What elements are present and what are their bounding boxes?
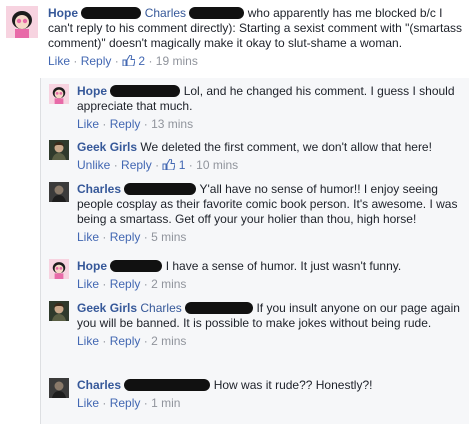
separator: · xyxy=(148,54,153,68)
separator: · xyxy=(113,158,118,172)
like-link[interactable]: Like xyxy=(77,230,99,244)
timestamp[interactable]: 19 mins xyxy=(156,54,198,68)
reply: Hope I have a sense of humor. It just wa… xyxy=(41,253,469,295)
separator: · xyxy=(114,54,119,68)
like-link[interactable]: Like xyxy=(77,396,99,410)
separator: · xyxy=(143,117,148,131)
reply-link[interactable]: Reply xyxy=(81,54,112,68)
reply-link[interactable]: Reply xyxy=(110,396,141,410)
reply-link[interactable]: Reply xyxy=(110,277,141,291)
unlike-link[interactable]: Unlike xyxy=(77,158,110,172)
avatar-image xyxy=(49,259,69,279)
reply: Hope Lol, and he changed his comment. I … xyxy=(41,78,469,134)
thumbs-up-icon xyxy=(122,55,136,66)
comment: Hope Charles who apparently has me block… xyxy=(0,0,469,78)
reply-actions: Like · Reply · 13 mins xyxy=(77,117,465,132)
replies-section: Hope Lol, and he changed his comment. I … xyxy=(40,78,469,424)
redaction xyxy=(110,85,181,97)
redaction xyxy=(110,260,163,272)
reply-author[interactable]: Hope xyxy=(77,259,107,273)
reply-link[interactable]: Reply xyxy=(121,158,152,172)
like-count-value: 2 xyxy=(138,54,146,68)
reply-actions: Unlike · Reply · 1 · 10 mins xyxy=(77,158,465,173)
comment-actions: Like · Reply · 2 · 19 mins xyxy=(48,54,464,69)
reply-actions: Like · Reply · 2 mins xyxy=(77,334,465,349)
separator: · xyxy=(188,158,193,172)
redaction xyxy=(189,7,245,19)
reply-author[interactable]: Geek Girls xyxy=(77,301,137,315)
like-count-value: 1 xyxy=(178,158,186,172)
reply-text: We deleted the first comment, we don't a… xyxy=(140,140,432,154)
reply-link[interactable]: Reply xyxy=(110,334,141,348)
thumbs-up-icon xyxy=(162,159,176,170)
separator: · xyxy=(155,158,160,172)
timestamp[interactable]: 1 min xyxy=(151,396,180,410)
reply: Charles Y'all have no sense of humor!! I… xyxy=(41,176,469,253)
reply-link[interactable]: Reply xyxy=(110,230,141,244)
reply: Charles How was it rude?? Honestly?! Lik… xyxy=(41,372,469,418)
separator: · xyxy=(102,334,107,348)
redaction xyxy=(124,183,197,195)
timestamp[interactable]: 10 mins xyxy=(196,158,238,172)
separator: · xyxy=(102,117,107,131)
reply: Geek Girls Charles If you insult anyone … xyxy=(41,295,469,372)
reply-author[interactable]: Hope xyxy=(77,84,107,98)
avatar[interactable] xyxy=(49,378,69,398)
reply-actions: Like · Reply · 5 mins xyxy=(77,230,465,245)
separator: · xyxy=(143,396,148,410)
like-link[interactable]: Like xyxy=(48,54,70,68)
timestamp[interactable]: 5 mins xyxy=(151,230,186,244)
avatar[interactable] xyxy=(49,84,69,104)
like-count[interactable]: 2 xyxy=(122,54,148,68)
mention[interactable]: Charles xyxy=(145,6,186,20)
avatar-image xyxy=(49,378,69,398)
reply-text: I have a sense of humor. It just wasn't … xyxy=(165,259,402,273)
avatar[interactable] xyxy=(49,259,69,279)
avatar-image xyxy=(6,6,38,38)
like-count[interactable]: 1 xyxy=(162,158,188,172)
avatar[interactable] xyxy=(49,140,69,160)
reply-actions: Like · Reply · 2 mins xyxy=(77,277,465,292)
timestamp[interactable]: 2 mins xyxy=(151,277,186,291)
avatar[interactable] xyxy=(6,6,38,38)
redaction xyxy=(81,7,142,19)
separator: · xyxy=(143,230,148,244)
avatar[interactable] xyxy=(49,301,69,321)
mention[interactable]: Charles xyxy=(140,301,181,315)
like-link[interactable]: Like xyxy=(77,334,99,348)
like-link[interactable]: Like xyxy=(77,117,99,131)
reply-author[interactable]: Charles xyxy=(77,182,121,196)
reply: Geek Girls We deleted the first comment,… xyxy=(41,134,469,176)
separator: · xyxy=(102,396,107,410)
avatar-image xyxy=(49,301,69,321)
reply-author[interactable]: Charles xyxy=(77,378,121,392)
separator: · xyxy=(102,230,107,244)
reply-actions: Like · Reply · 1 min xyxy=(77,396,465,411)
separator: · xyxy=(102,277,107,291)
avatar-image xyxy=(49,84,69,104)
redaction xyxy=(185,302,254,314)
timestamp[interactable]: 2 mins xyxy=(151,334,186,348)
separator: · xyxy=(73,54,78,68)
avatar-image xyxy=(49,140,69,160)
timestamp[interactable]: 13 mins xyxy=(151,117,193,131)
separator: · xyxy=(143,277,148,291)
avatar[interactable] xyxy=(49,182,69,202)
avatar-image xyxy=(49,182,69,202)
reply-text: How was it rude?? Honestly?! xyxy=(213,378,373,392)
redaction xyxy=(124,379,211,391)
comment-author[interactable]: Hope xyxy=(48,6,78,20)
separator: · xyxy=(143,334,148,348)
like-link[interactable]: Like xyxy=(77,277,99,291)
reply-link[interactable]: Reply xyxy=(110,117,141,131)
reply-author[interactable]: Geek Girls xyxy=(77,140,137,154)
